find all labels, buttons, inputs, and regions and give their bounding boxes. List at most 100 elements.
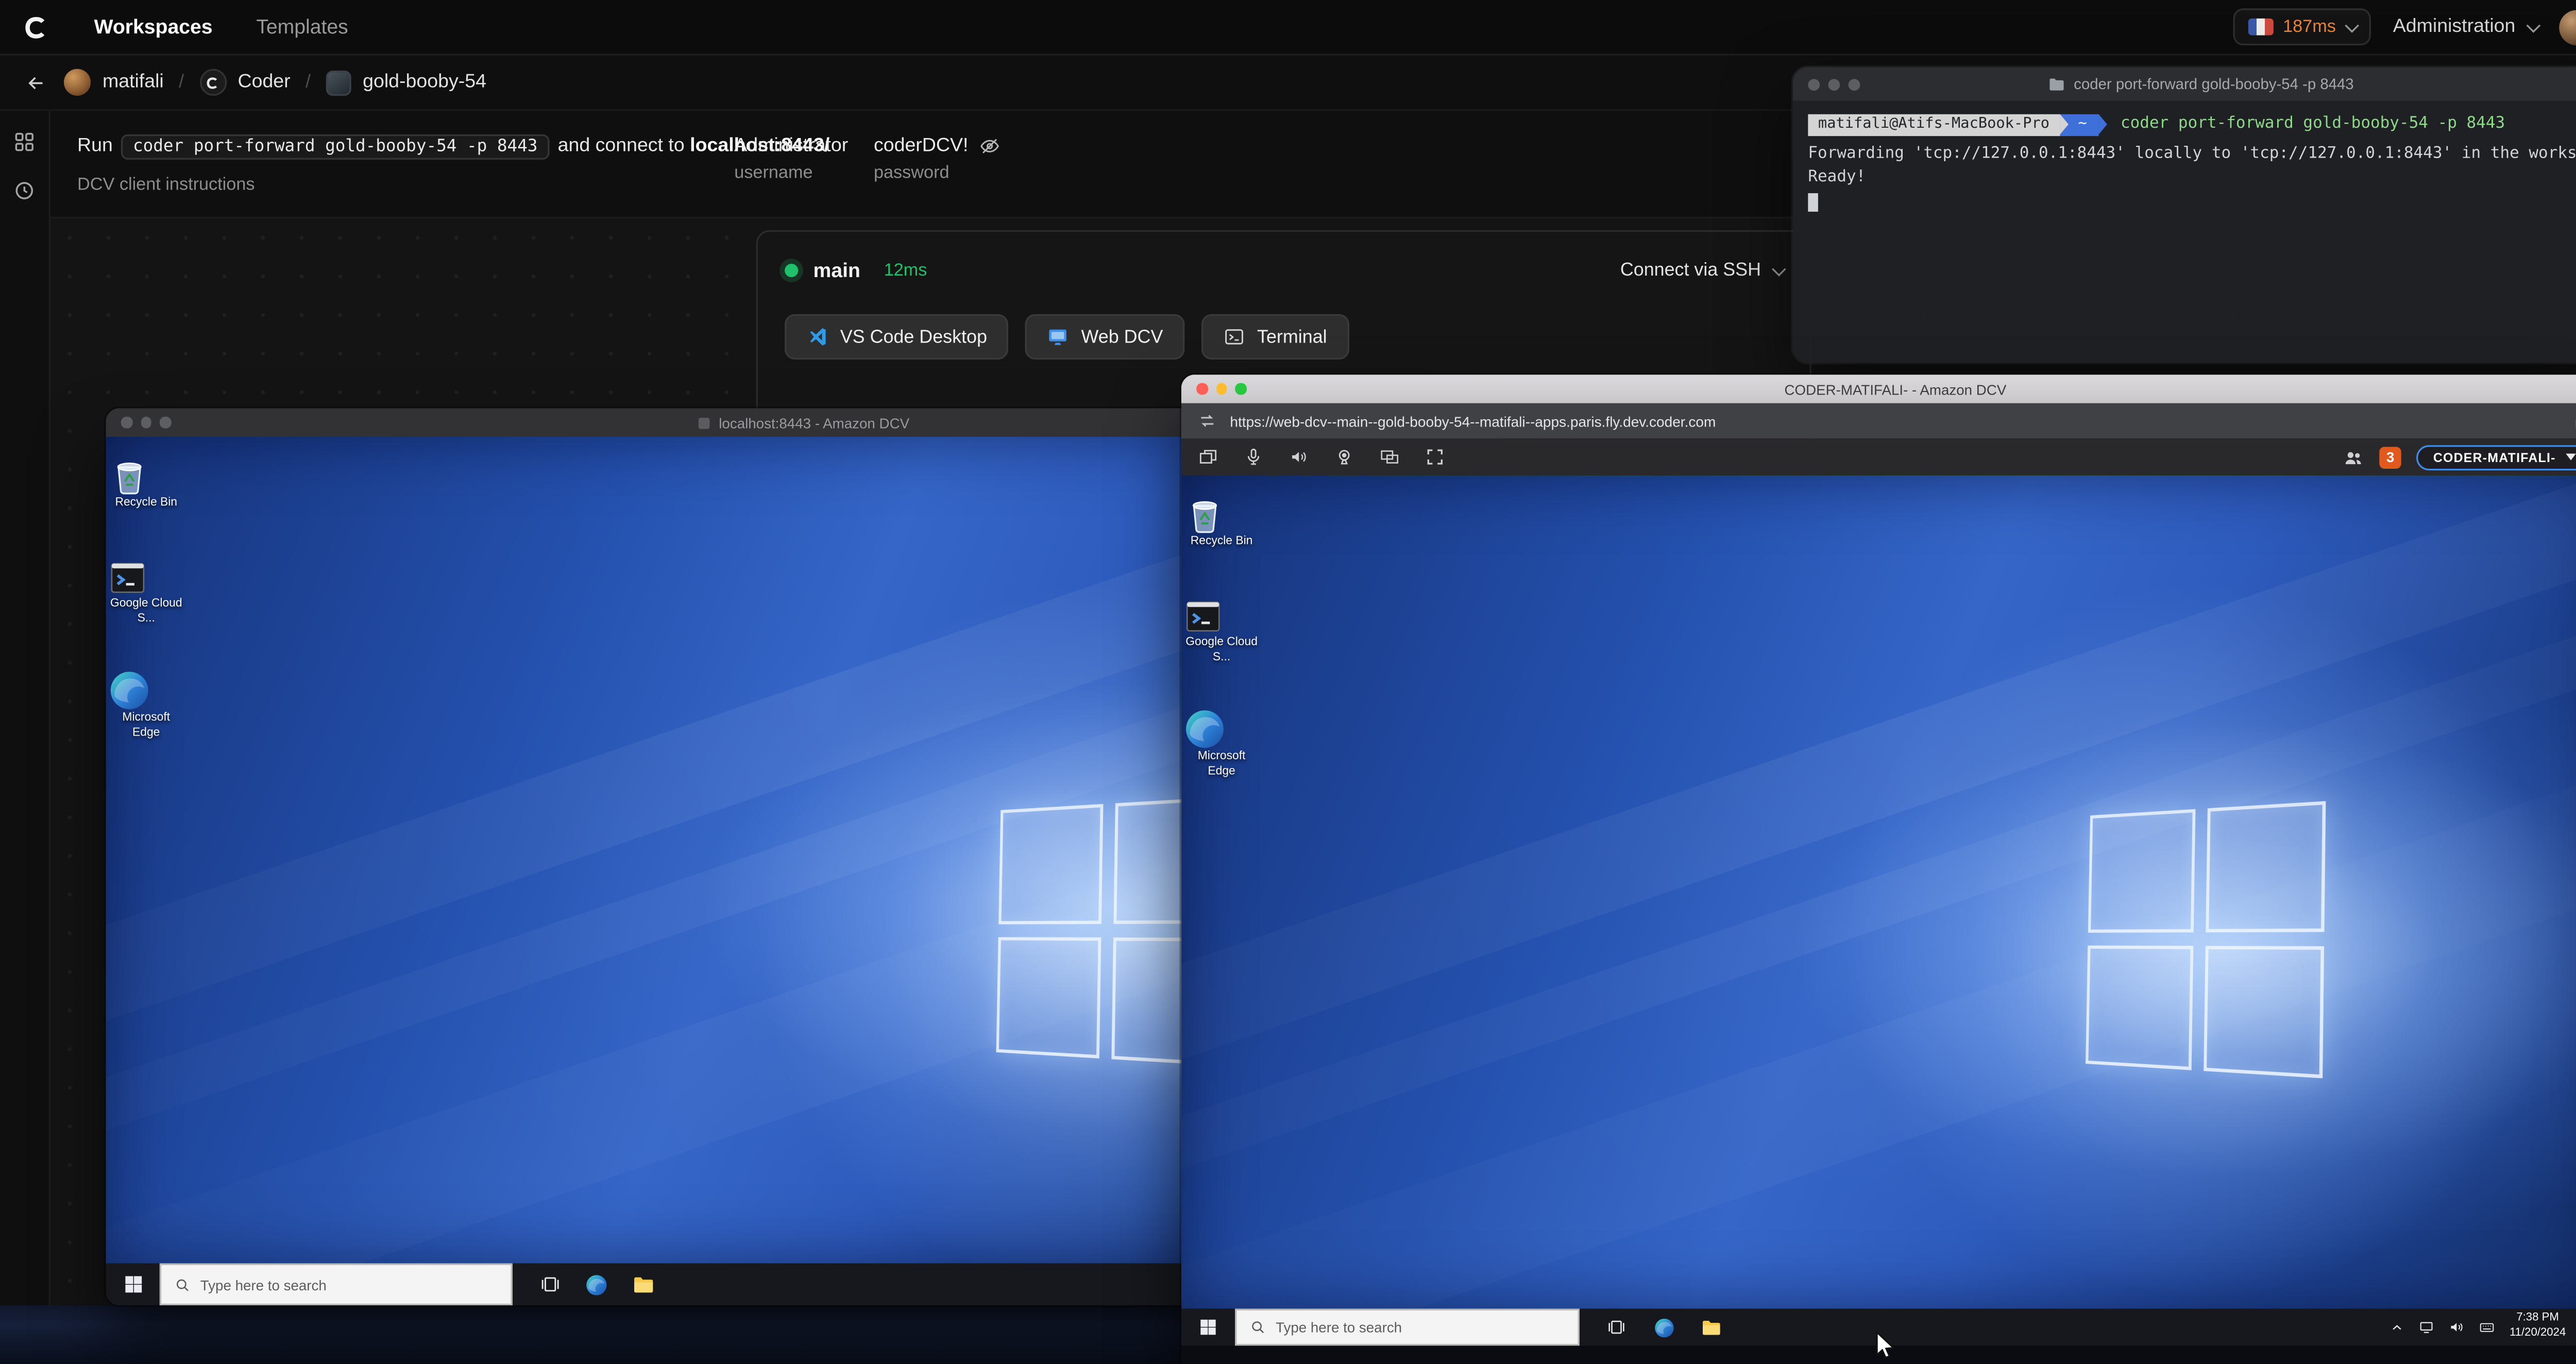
username-value: Administrator bbox=[734, 136, 849, 157]
arrow-left-icon bbox=[27, 76, 42, 89]
taskbar-edge-button[interactable] bbox=[573, 1264, 620, 1306]
fullscreen-icon bbox=[1427, 449, 1443, 465]
edge-icon bbox=[586, 1274, 607, 1294]
breadcrumb-user[interactable]: matifali bbox=[63, 69, 164, 96]
taskbar-explorer-button[interactable] bbox=[1687, 1309, 1734, 1346]
zoom-icon[interactable] bbox=[1848, 78, 1860, 90]
start-button[interactable] bbox=[1181, 1309, 1235, 1346]
zoom-icon[interactable] bbox=[1235, 383, 1246, 395]
breadcrumb-separator: / bbox=[179, 72, 184, 93]
desktop-icon-recycle-bin[interactable]: Recycle Bin bbox=[1183, 492, 1260, 551]
windows-cascade-button[interactable] bbox=[1198, 447, 1218, 467]
close-icon[interactable] bbox=[1808, 78, 1820, 90]
terminal-output-line: Ready! bbox=[1808, 168, 1866, 187]
search-input[interactable] bbox=[200, 1276, 498, 1293]
minimize-icon[interactable] bbox=[1828, 78, 1840, 90]
dcv-web-title: CODER-MATIFALI- - Amazon DCV bbox=[1784, 380, 2007, 398]
gcloud-shell-icon bbox=[1183, 596, 1260, 637]
tray-chevron-up-icon[interactable] bbox=[2390, 1320, 2405, 1335]
toggle-password-visibility-icon[interactable] bbox=[980, 136, 1000, 156]
windows-wallpaper bbox=[1181, 475, 2576, 1309]
icon-label: Microsoft Edge bbox=[1197, 751, 1246, 778]
administration-menu[interactable]: Administration bbox=[2393, 17, 2541, 37]
dcv-web-titlebar[interactable]: CODER-MATIFALI- - Amazon DCV bbox=[1181, 374, 2576, 403]
vscode-desktop-button[interactable]: VS Code Desktop bbox=[785, 314, 1009, 360]
fullscreen-button[interactable] bbox=[1425, 447, 1445, 467]
recycle-bin-icon bbox=[1183, 492, 1260, 536]
terminal-title: coder port-forward gold-booby-54 -p 8443 bbox=[2074, 75, 2354, 93]
webcam-icon bbox=[1338, 450, 1350, 465]
prompt-host-segment: matifali@Atifs-MacBook-Pro bbox=[1808, 114, 2060, 136]
coder-logo-icon[interactable] bbox=[22, 12, 50, 41]
latency-button[interactable]: 187ms bbox=[2232, 8, 2371, 46]
user-menu[interactable] bbox=[2559, 9, 2576, 45]
taskbar-search[interactable] bbox=[159, 1263, 513, 1306]
web-dcv-button[interactable]: Web DCV bbox=[1025, 314, 1185, 360]
start-button[interactable] bbox=[106, 1264, 159, 1306]
desktop-icon-edge[interactable]: Microsoft Edge bbox=[1183, 707, 1260, 780]
nav-workspaces[interactable]: Workspaces bbox=[94, 15, 213, 39]
terminal-content[interactable]: matifali@Atifs-MacBook-Pro ~ coder port-… bbox=[1793, 101, 2576, 228]
dual-monitor-icon bbox=[1381, 450, 1399, 464]
dcv-toolbar-right: 3 CODER-MATIFALI- bbox=[2343, 444, 2576, 470]
windows-desktop-web[interactable]: Recycle Bin Google Cloud S... Microsoft … bbox=[1181, 475, 2576, 1309]
system-tray: 7:38 PM 11/20/2024 bbox=[2390, 1309, 2576, 1346]
apps-grid-icon[interactable] bbox=[13, 131, 35, 152]
desktop-icon-recycle-bin[interactable]: Recycle Bin bbox=[108, 454, 185, 512]
close-icon[interactable] bbox=[1196, 383, 1208, 395]
search-input[interactable] bbox=[1276, 1319, 1565, 1336]
desktop-icon-edge[interactable]: Microsoft Edge bbox=[108, 669, 185, 742]
topbar: Workspaces Templates 187ms Administratio… bbox=[0, 0, 2576, 56]
volume-icon[interactable] bbox=[2449, 1319, 2466, 1336]
zoom-icon[interactable] bbox=[159, 417, 171, 428]
collaborators-button[interactable] bbox=[2343, 446, 2364, 468]
user-avatar bbox=[2559, 9, 2576, 45]
speaker-button[interactable] bbox=[1289, 447, 1309, 467]
port-forward-instructions: Run coder port-forward gold-booby-54 -p 8… bbox=[77, 133, 829, 198]
search-icon bbox=[176, 1278, 189, 1290]
microphone-button[interactable] bbox=[1243, 447, 1263, 467]
webcam-button[interactable] bbox=[1334, 447, 1354, 467]
mac-terminal-window: coder port-forward gold-booby-54 -p 8443… bbox=[1792, 67, 2576, 363]
edge-icon bbox=[108, 669, 185, 712]
workspace-icon bbox=[326, 70, 351, 95]
nav-templates[interactable]: Templates bbox=[256, 15, 348, 39]
breadcrumb-workspace[interactable]: gold-booby-54 bbox=[326, 70, 486, 95]
touch-keyboard-icon[interactable] bbox=[2479, 1319, 2496, 1336]
session-dropdown[interactable]: CODER-MATIFALI- bbox=[2416, 444, 2576, 470]
close-icon[interactable] bbox=[121, 417, 132, 428]
minimize-icon[interactable] bbox=[140, 417, 151, 428]
connection-icon bbox=[1201, 415, 1214, 427]
dcv-client-instructions-link[interactable]: DCV client instructions bbox=[77, 172, 829, 198]
chevron-down-icon bbox=[1772, 262, 1786, 277]
task-view-button[interactable] bbox=[1593, 1309, 1640, 1346]
terminal-titlebar[interactable]: coder port-forward gold-booby-54 -p 8443 bbox=[1792, 67, 2576, 101]
breadcrumb-org[interactable]: Coder bbox=[199, 69, 291, 96]
minimize-icon[interactable] bbox=[1215, 383, 1227, 395]
back-button[interactable] bbox=[17, 64, 54, 101]
taskbar-clock[interactable]: 7:38 PM 11/20/2024 bbox=[2510, 1312, 2566, 1342]
icon-label: Microsoft Edge bbox=[122, 712, 171, 739]
connect-via-ssh-label: Connect via SSH bbox=[1620, 260, 1761, 281]
prompt-line: matifali@Atifs-MacBook-Pro ~ coder port-… bbox=[1808, 113, 2576, 138]
desktop-icon-gcloud-shell[interactable]: Google Cloud S... bbox=[108, 558, 185, 627]
browser-url-bar[interactable]: https://web-dcv--main--gold-booby-54--ma… bbox=[1181, 403, 2576, 439]
taskbar-search[interactable] bbox=[1235, 1308, 1580, 1346]
icon-label: Recycle Bin bbox=[1190, 536, 1253, 548]
connect-via-ssh-dropdown[interactable]: Connect via SSH bbox=[1620, 260, 1786, 281]
main-nav: Workspaces Templates bbox=[50, 15, 348, 39]
url-text[interactable]: https://web-dcv--main--gold-booby-54--ma… bbox=[1230, 413, 2561, 430]
breadcrumb-org-label: Coder bbox=[238, 72, 291, 93]
copy-icon[interactable] bbox=[2574, 411, 2576, 431]
task-view-button[interactable] bbox=[526, 1264, 573, 1306]
history-icon[interactable] bbox=[13, 180, 35, 201]
taskbar-edge-button[interactable] bbox=[1640, 1309, 1687, 1346]
breadcrumb-workspace-label: gold-booby-54 bbox=[363, 72, 486, 93]
desktop-icon-gcloud-shell[interactable]: Google Cloud S... bbox=[1183, 596, 1260, 666]
agent-status-dot bbox=[785, 264, 799, 278]
network-icon[interactable] bbox=[2419, 1319, 2436, 1336]
icon-label: Google Cloud S... bbox=[110, 598, 182, 625]
terminal-button[interactable]: Terminal bbox=[1201, 314, 1349, 360]
taskbar-explorer-button[interactable] bbox=[620, 1264, 667, 1306]
displays-button[interactable] bbox=[1380, 447, 1400, 467]
